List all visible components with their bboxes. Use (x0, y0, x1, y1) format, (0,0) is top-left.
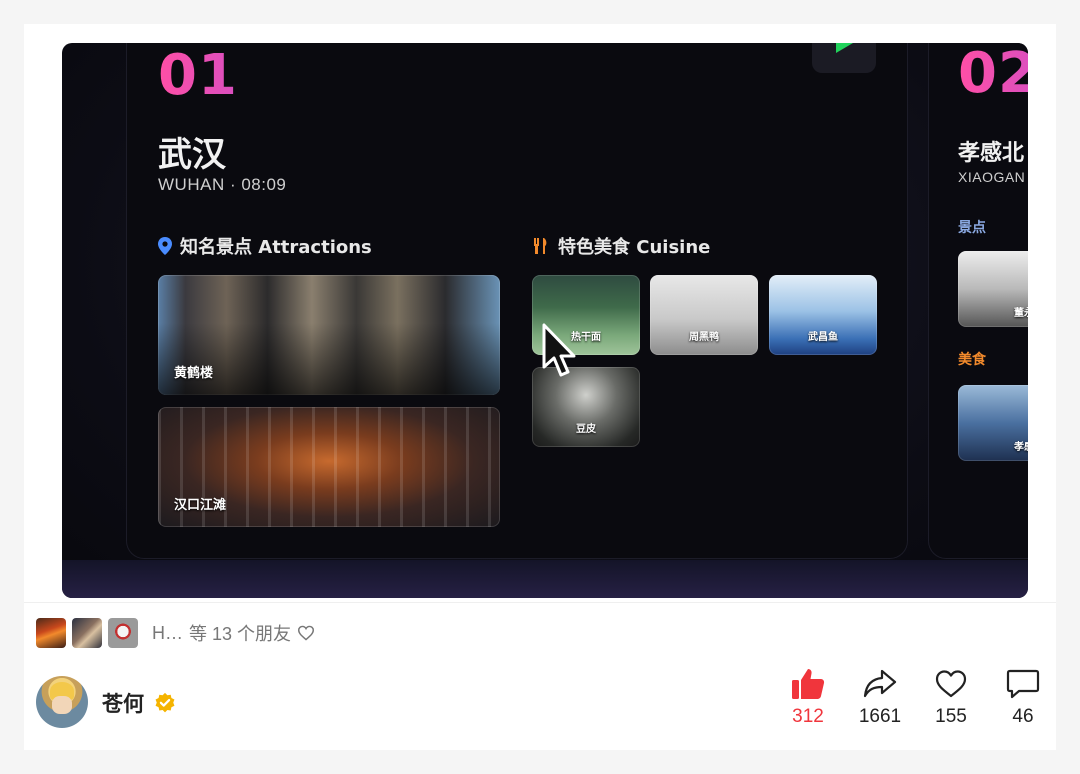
friends-text: H… 等 13 个朋友 (152, 620, 315, 646)
city-subtitle: WUHAN · 08:09 (158, 175, 287, 194)
location-pin-icon (158, 237, 172, 255)
author-avatar[interactable] (36, 676, 88, 728)
heart-icon (935, 670, 967, 698)
fork-knife-icon (534, 238, 547, 254)
attraction-label: 董永 (1014, 308, 1028, 319)
share-count: 1661 (858, 706, 902, 727)
comment-count: 46 (1012, 706, 1034, 727)
city-title: 武汉 (158, 135, 226, 175)
share-button[interactable]: 1661 (850, 668, 910, 728)
like-count: 312 (792, 706, 824, 727)
cuisine-heading: 特色美食 Cuisine (532, 233, 710, 259)
favorite-count: 155 (935, 706, 967, 727)
cuisine-label: 豆皮 (576, 424, 596, 435)
friend-avatar (108, 618, 138, 648)
attractions-label: 景点 (958, 219, 986, 235)
play-icon (836, 43, 853, 53)
attraction-label: 汉口江滩 (174, 497, 227, 512)
divider (24, 602, 1056, 603)
friend-name: H… (152, 622, 183, 643)
friend-avatar (72, 618, 102, 648)
attraction-tile[interactable]: 汉口江滩 (158, 407, 500, 527)
thumbs-up-icon (792, 669, 825, 699)
video-bottom-strip (62, 560, 1028, 598)
slide-number: 01 (158, 43, 238, 108)
attractions-heading: 知名景点 Attractions (158, 233, 372, 259)
attraction-label: 黄鹤楼 (174, 365, 214, 380)
city-title: 孝感北 (958, 141, 1025, 166)
friend-avatar (36, 618, 66, 648)
slide-number: 02 (958, 43, 1028, 106)
attractions-title: 知名景点 Attractions (180, 237, 372, 258)
cuisine-tile[interactable]: 周黑鸭 (650, 275, 758, 355)
cuisine-label: 周黑鸭 (689, 332, 719, 343)
mouse-cursor-icon (542, 323, 576, 377)
share-icon (863, 669, 897, 698)
post-card: 01 武汉 WUHAN · 08:09 知名景点 Attractions 特色美… (24, 24, 1056, 750)
attraction-tile[interactable]: 董永 (958, 251, 1028, 327)
slide-wuhan: 01 武汉 WUHAN · 08:09 知名景点 Attractions 特色美… (126, 43, 908, 559)
cuisine-tile[interactable]: 武昌鱼 (769, 275, 877, 355)
attraction-tile[interactable]: 黄鹤楼 (158, 275, 500, 395)
play-button[interactable] (812, 43, 876, 73)
cuisine-title: 特色美食 Cuisine (558, 237, 711, 258)
video-player[interactable]: 01 武汉 WUHAN · 08:09 知名景点 Attractions 特色美… (62, 43, 1028, 598)
heart-outline-icon (298, 625, 315, 641)
verified-badge-icon (155, 692, 175, 713)
cuisine-tile[interactable]: 孝感 (958, 385, 1028, 461)
comment-icon (1006, 669, 1040, 699)
comment-button[interactable]: 46 (993, 668, 1053, 728)
favorite-button[interactable]: 155 (921, 668, 981, 728)
friends-count-text: 等 13 个朋友 (189, 624, 292, 644)
author-name[interactable]: 苍何 (102, 688, 144, 718)
cuisine-label: 孝感 (1014, 442, 1028, 453)
city-subtitle: XIAOGAN (958, 169, 1026, 185)
like-button[interactable]: 312 (778, 668, 838, 728)
cuisine-label: 武昌鱼 (808, 332, 838, 343)
cuisine-label: 美食 (958, 351, 986, 367)
friends-liked-row[interactable]: H… 等 13 个朋友 (36, 618, 315, 648)
slide-xiaogan: 02 孝感北 XIAOGAN 景点 董永 美食 孝感 (928, 43, 1028, 559)
